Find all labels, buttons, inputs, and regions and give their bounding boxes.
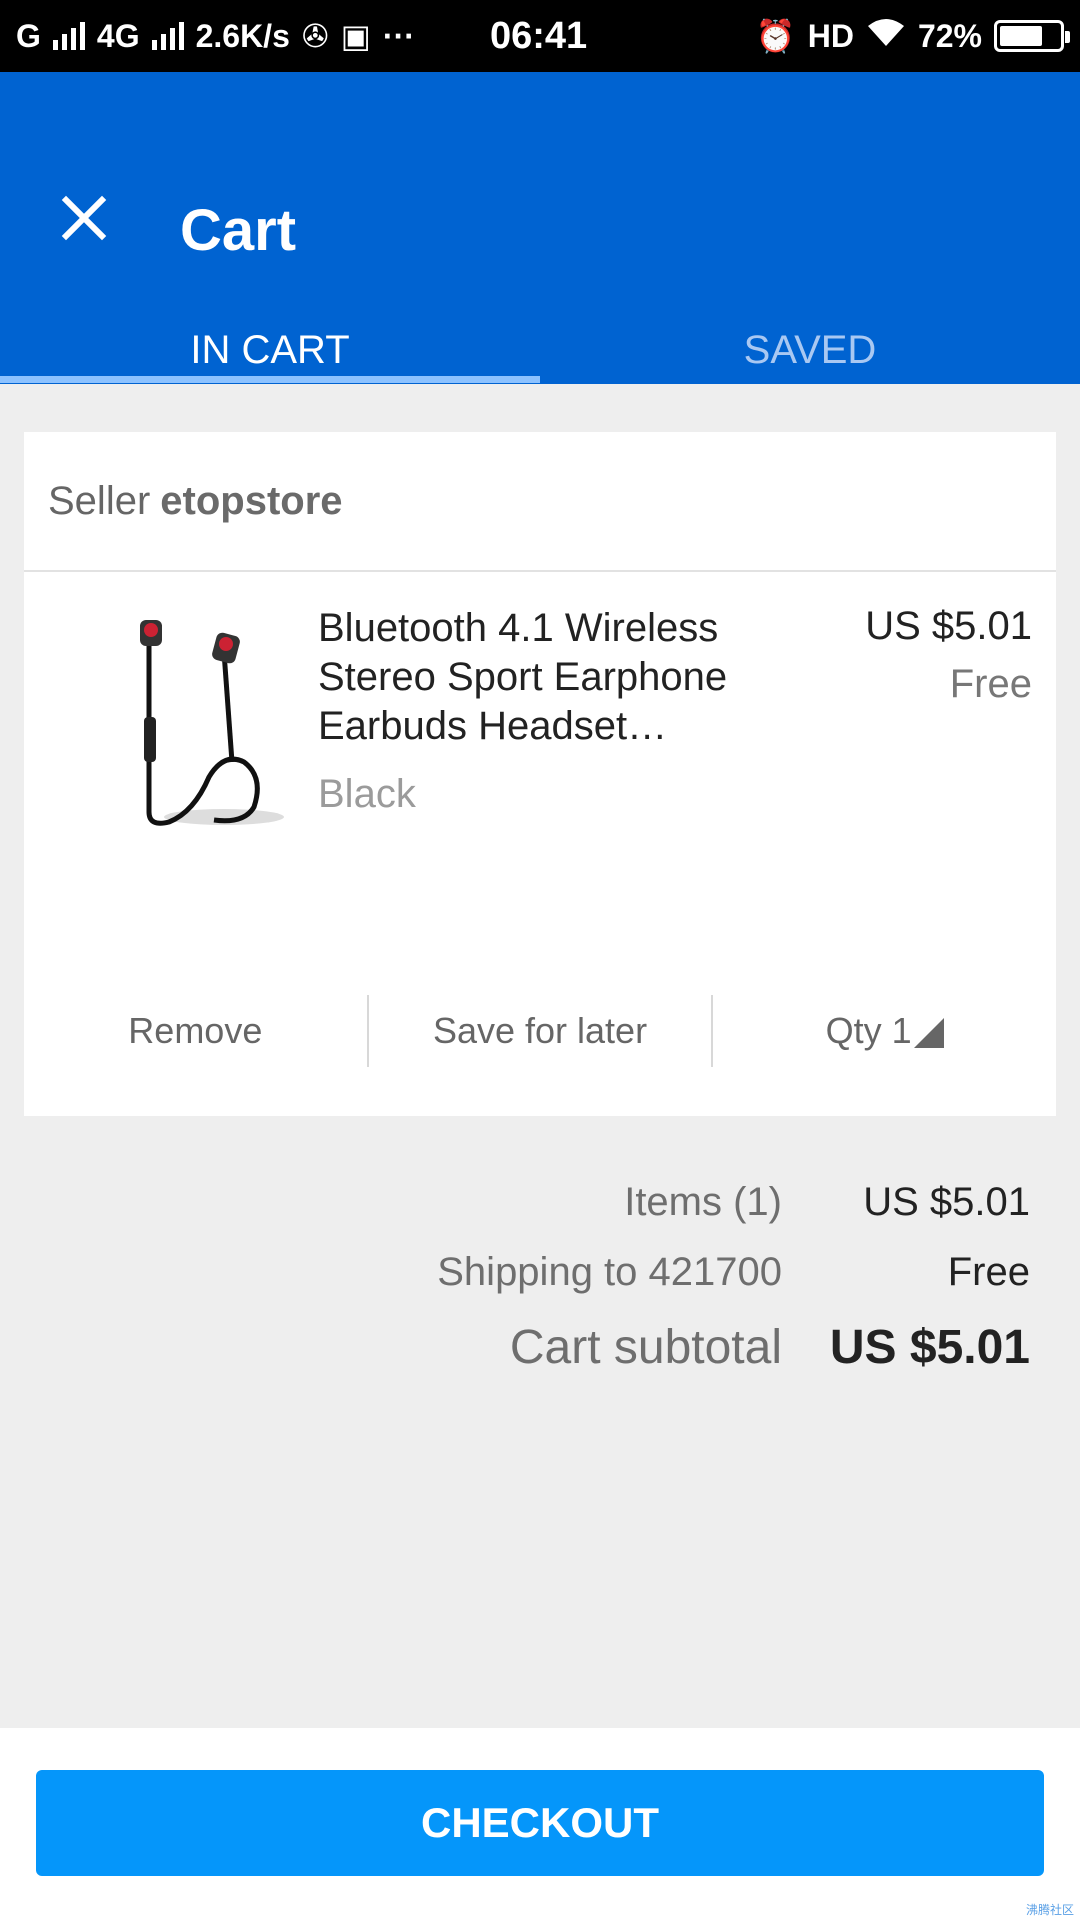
- hd-label: HD: [807, 17, 854, 54]
- product-thumbnail[interactable]: [114, 612, 294, 832]
- bottom-bar: CHECKOUT 沸腾社区: [0, 1728, 1080, 1920]
- seller-row[interactable]: Seller etopstore: [24, 432, 1056, 572]
- product-price: US $5.01: [865, 604, 1032, 648]
- alarm-icon: ⏰: [755, 18, 796, 54]
- tab-bar: IN CART SAVED: [0, 312, 1080, 384]
- quantity-label: Qty 1: [825, 1010, 912, 1051]
- summary-items-row: Items (1) US $5.01: [0, 1180, 1080, 1250]
- subtotal-value: US $5.01: [829, 1321, 1030, 1374]
- product-variant: Black: [318, 772, 416, 816]
- tab-in-cart[interactable]: IN CART: [0, 312, 540, 384]
- save-for-later-button[interactable]: Save for later: [369, 1010, 712, 1052]
- dropdown-triangle-icon: [913, 1018, 944, 1049]
- checkout-button[interactable]: CHECKOUT: [36, 1770, 1044, 1876]
- more-dots-icon: ···: [382, 17, 415, 54]
- signal-icon-2: [151, 22, 184, 50]
- tab-indicator: [0, 376, 540, 383]
- items-value: US $5.01: [863, 1180, 1030, 1224]
- item-actions: Remove Save for later Qty 1: [24, 954, 1056, 1108]
- quantity-selector[interactable]: Qty 1: [713, 1010, 1056, 1052]
- cart-item-card: Seller etopstore Bluetooth 4.1 Wireless …: [24, 432, 1056, 1116]
- remove-button[interactable]: Remove: [24, 1010, 367, 1052]
- close-button[interactable]: [48, 182, 120, 254]
- items-label: Items (1): [624, 1180, 782, 1224]
- carrier-label-2: 4G: [96, 17, 140, 54]
- status-bar: G 4G 2.6K/s ✇ ▣ ··· 06:41 ⏰ HD 72%: [0, 0, 1080, 72]
- summary-shipping-row: Shipping to 421700 Free: [0, 1250, 1080, 1320]
- battery-icon: [994, 20, 1070, 52]
- cart-item[interactable]: Bluetooth 4.1 Wireless Stereo Sport Earp…: [24, 572, 1056, 962]
- shipping-label: Shipping to 421700: [437, 1250, 782, 1294]
- close-icon: [61, 195, 107, 241]
- order-summary: Items (1) US $5.01 Shipping to 421700 Fr…: [0, 1180, 1080, 1390]
- seller-prefix: Seller: [48, 478, 151, 523]
- seller-name: etopstore: [160, 478, 343, 523]
- app-notification-icon: ✇: [301, 18, 329, 54]
- shipping-value: Free: [947, 1250, 1030, 1294]
- clock: 06:41: [490, 14, 588, 57]
- tab-saved[interactable]: SAVED: [540, 312, 1080, 384]
- product-shipping: Free: [949, 662, 1032, 706]
- summary-subtotal-row: Cart subtotal US $5.01: [0, 1320, 1080, 1390]
- page-title: Cart: [180, 198, 297, 263]
- watermark: 沸腾社区: [1025, 1903, 1074, 1917]
- app-bar: Cart IN CART SAVED: [0, 72, 1080, 384]
- battery-percent: 72%: [917, 17, 982, 54]
- wifi-icon: [866, 16, 906, 56]
- screenshot-icon: ▣: [340, 18, 371, 54]
- subtotal-label: Cart subtotal: [509, 1321, 782, 1374]
- network-speed: 2.6K/s: [195, 17, 290, 54]
- signal-icon: [52, 22, 85, 50]
- product-title[interactable]: Bluetooth 4.1 Wireless Stereo Sport Earp…: [318, 604, 838, 751]
- carrier-label-1: G: [16, 17, 41, 54]
